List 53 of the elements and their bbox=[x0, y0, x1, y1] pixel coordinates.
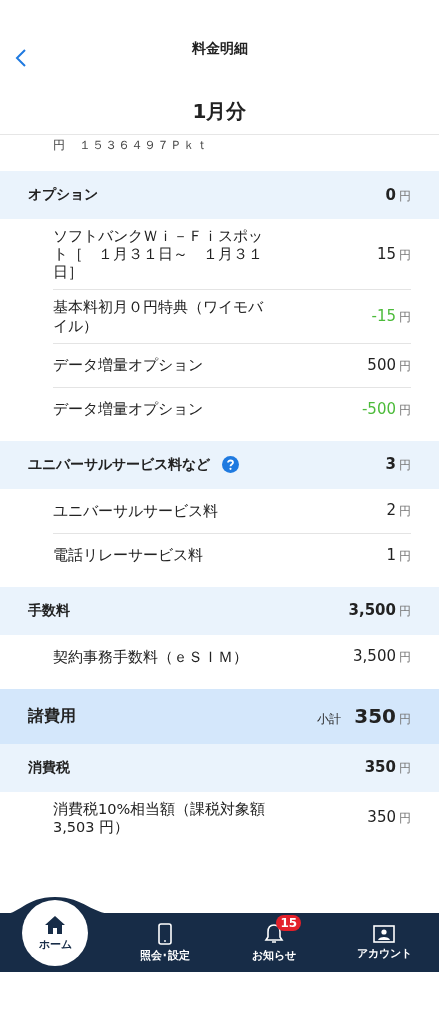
section-title: 消費税 bbox=[28, 758, 70, 777]
section-amount: 0 bbox=[385, 185, 396, 204]
item-amount: 500 bbox=[367, 355, 396, 374]
item-amount: -15 bbox=[371, 307, 396, 325]
yen-unit: 円 bbox=[399, 309, 411, 326]
yen-unit: 円 bbox=[399, 760, 411, 778]
yen-unit: 円 bbox=[399, 246, 411, 264]
item-label: 円 １５３６４９７Ｐｋｔ bbox=[53, 137, 209, 154]
yen-unit: 円 bbox=[399, 503, 411, 521]
yen-unit: 円 bbox=[399, 187, 411, 205]
item-amount: 1 bbox=[386, 545, 396, 564]
nav-tab[interactable]: アカウント bbox=[329, 913, 439, 972]
yen-unit: 円 bbox=[399, 547, 411, 565]
item-label: ソフトバンクＷｉ－Ｆｉスポット［ １月３１日～ １月３１日］ bbox=[53, 227, 264, 282]
billing-period: 1月分 bbox=[192, 98, 247, 125]
item-label: データ増量オプション bbox=[53, 356, 204, 375]
yen-unit: 円 bbox=[399, 357, 411, 375]
item-amount: -500 bbox=[361, 399, 396, 418]
yen-unit: 円 bbox=[399, 810, 411, 828]
nav-tab[interactable]: ホーム bbox=[22, 900, 88, 966]
yen-unit: 円 bbox=[399, 457, 411, 475]
item-amount: 2 bbox=[386, 501, 396, 520]
section-amount: 3 bbox=[385, 455, 396, 474]
section-title: 手数料 bbox=[28, 601, 70, 620]
yen-unit: 円 bbox=[399, 401, 411, 419]
page-title: 料金明細 bbox=[191, 40, 248, 58]
yen-unit: 円 bbox=[399, 711, 411, 729]
home-icon bbox=[44, 914, 66, 935]
yen-unit: 円 bbox=[399, 649, 411, 667]
back-icon[interactable] bbox=[14, 48, 28, 68]
account-icon bbox=[373, 924, 396, 943]
section-title: 諸費用 bbox=[28, 705, 76, 727]
section-amount: 350 bbox=[354, 704, 396, 729]
item-label: ユニバーサルサービス料 bbox=[53, 501, 219, 520]
notification-badge: 15 bbox=[276, 915, 302, 931]
item-label: 電話リレーサービス料 bbox=[53, 546, 204, 565]
item-amount: 350 bbox=[367, 808, 396, 827]
nav-tab[interactable]: 照会･設定 bbox=[109, 913, 220, 972]
phone-icon bbox=[157, 922, 172, 945]
subtotal-caption: 小計 bbox=[317, 711, 342, 729]
nav-tab[interactable]: お知らせ 15 bbox=[219, 913, 330, 972]
help-icon[interactable] bbox=[222, 456, 239, 474]
item-label: 基本料初月０円特典（ワイモバイル） bbox=[53, 298, 265, 335]
item-label: 消費税10%相当額（課税対象額3,503 円） bbox=[53, 799, 267, 836]
item-amount: 3,500 bbox=[353, 647, 396, 666]
item-label: データ増量オプション bbox=[53, 400, 204, 419]
section-title: オプション bbox=[28, 186, 98, 204]
yen-unit: 円 bbox=[399, 603, 411, 621]
section-amount: 350 bbox=[364, 758, 396, 777]
section-title: ユニバーサルサービス料など bbox=[28, 455, 210, 474]
section-amount: 3,500 bbox=[348, 601, 396, 620]
item-amount: 15 bbox=[376, 244, 396, 263]
item-label: 契約事務手数料（ｅＳＩＭ） bbox=[53, 647, 249, 666]
